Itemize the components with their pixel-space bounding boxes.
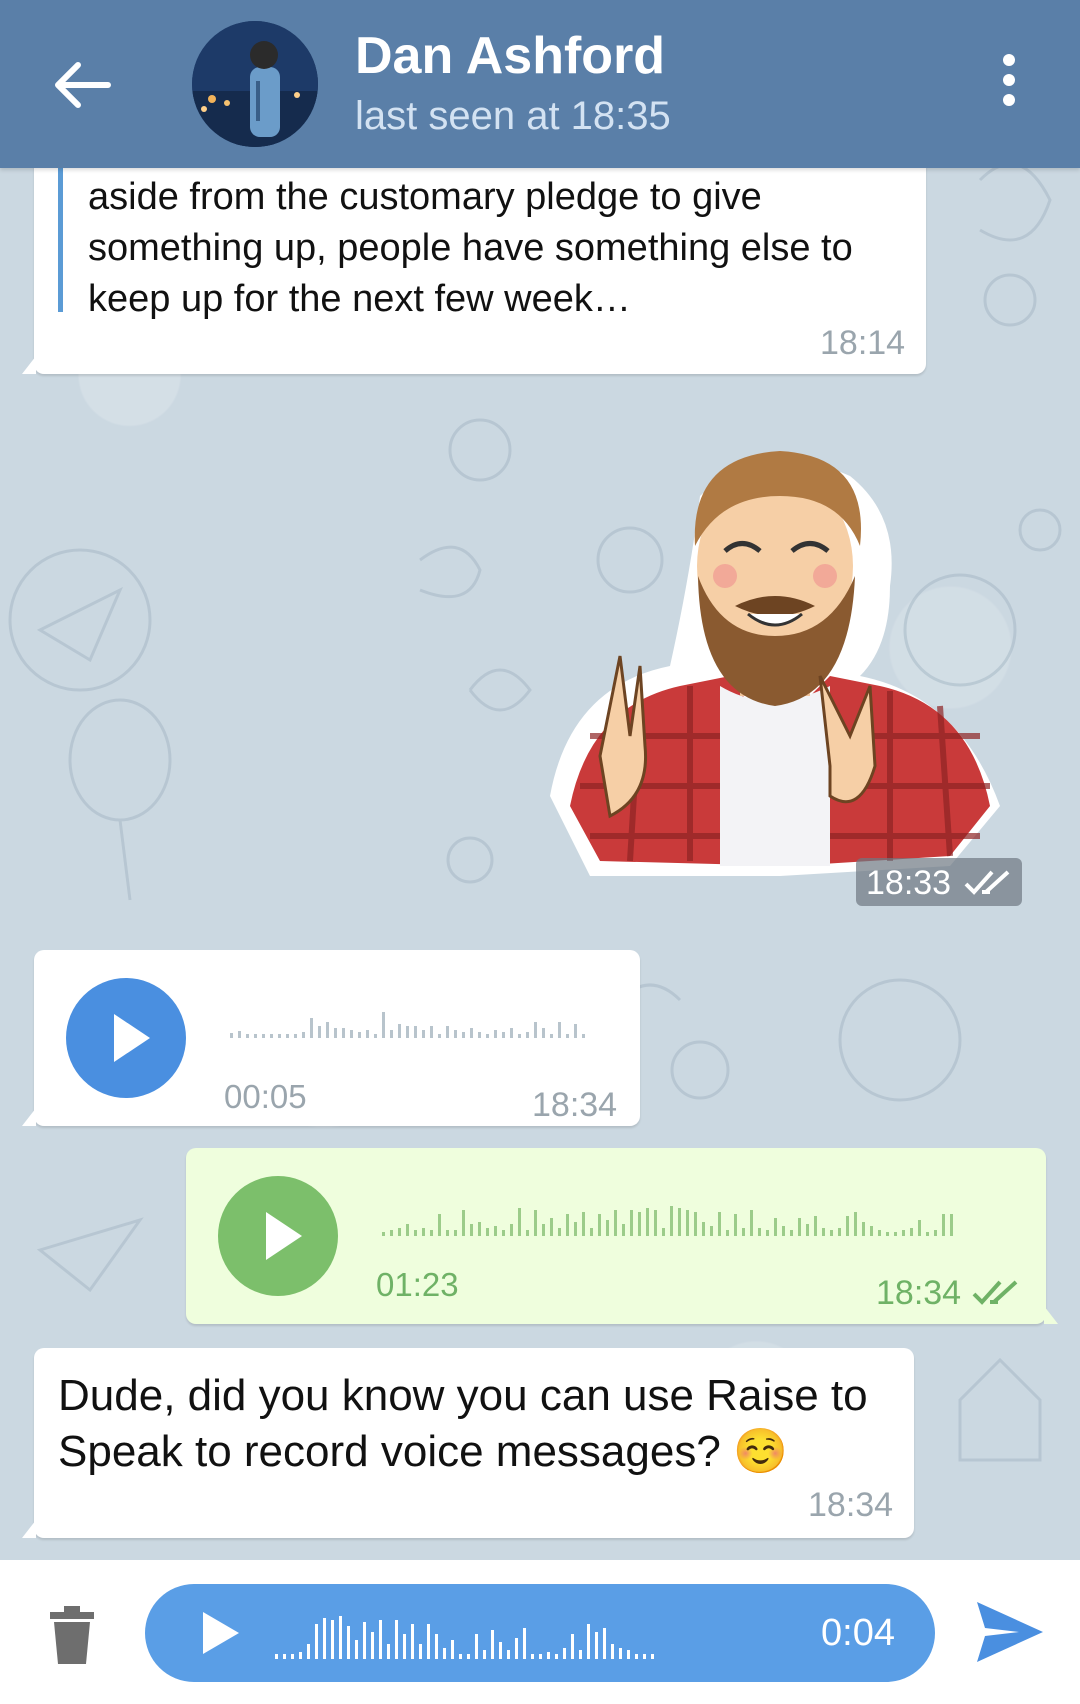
trash-icon[interactable] xyxy=(48,1606,96,1666)
outgoing-voice-message[interactable]: 01:23 18:34 xyxy=(186,1148,1058,1324)
play-icon[interactable] xyxy=(66,978,186,1098)
incoming-message[interactable]: Dude, did you know you can use Raise to … xyxy=(22,1348,914,1538)
contact-name[interactable]: Dan Ashford xyxy=(355,26,665,86)
sticker-bearded-man[interactable] xyxy=(530,436,1030,906)
voice-recording-bar: 0:04 xyxy=(0,1560,1080,1704)
sticker-time-badge: 18:33 xyxy=(856,858,1022,906)
quote-bar xyxy=(58,164,63,312)
message-text: Dude, did you know you can use Raise to … xyxy=(58,1371,868,1476)
message-time: 18:33 xyxy=(866,864,952,902)
play-icon[interactable] xyxy=(218,1176,338,1296)
voice-duration: 01:23 xyxy=(376,1266,459,1303)
message-time: 18:34 xyxy=(876,1274,962,1312)
voice-waveform[interactable] xyxy=(230,1002,610,1038)
play-icon[interactable] xyxy=(195,1608,245,1658)
more-options-icon[interactable] xyxy=(990,54,1028,114)
message-time: 18:14 xyxy=(820,324,906,362)
contact-avatar[interactable] xyxy=(192,21,318,147)
message-time: 18:34 xyxy=(808,1486,894,1524)
read-checkmarks-icon xyxy=(972,1280,1018,1305)
recording-waveform[interactable] xyxy=(275,1604,795,1660)
incoming-message[interactable]: aside from the customary pledge to give … xyxy=(22,150,926,374)
send-icon[interactable] xyxy=(975,1600,1045,1664)
chat-header: Dan Ashford last seen at 18:35 xyxy=(0,0,1080,168)
voice-waveform[interactable] xyxy=(382,1200,1012,1236)
back-arrow-icon[interactable] xyxy=(50,55,120,115)
incoming-voice-message[interactable]: 00:05 18:34 xyxy=(22,950,640,1126)
last-seen-status: last seen at 18:35 xyxy=(355,94,671,138)
message-time: 18:34 xyxy=(532,1086,618,1124)
recording-duration: 0:04 xyxy=(821,1612,895,1654)
recorded-audio-preview[interactable]: 0:04 xyxy=(145,1584,935,1682)
read-checkmarks-icon xyxy=(964,870,1010,895)
voice-duration: 00:05 xyxy=(224,1078,307,1115)
message-text: aside from the customary pledge to give … xyxy=(88,176,853,320)
